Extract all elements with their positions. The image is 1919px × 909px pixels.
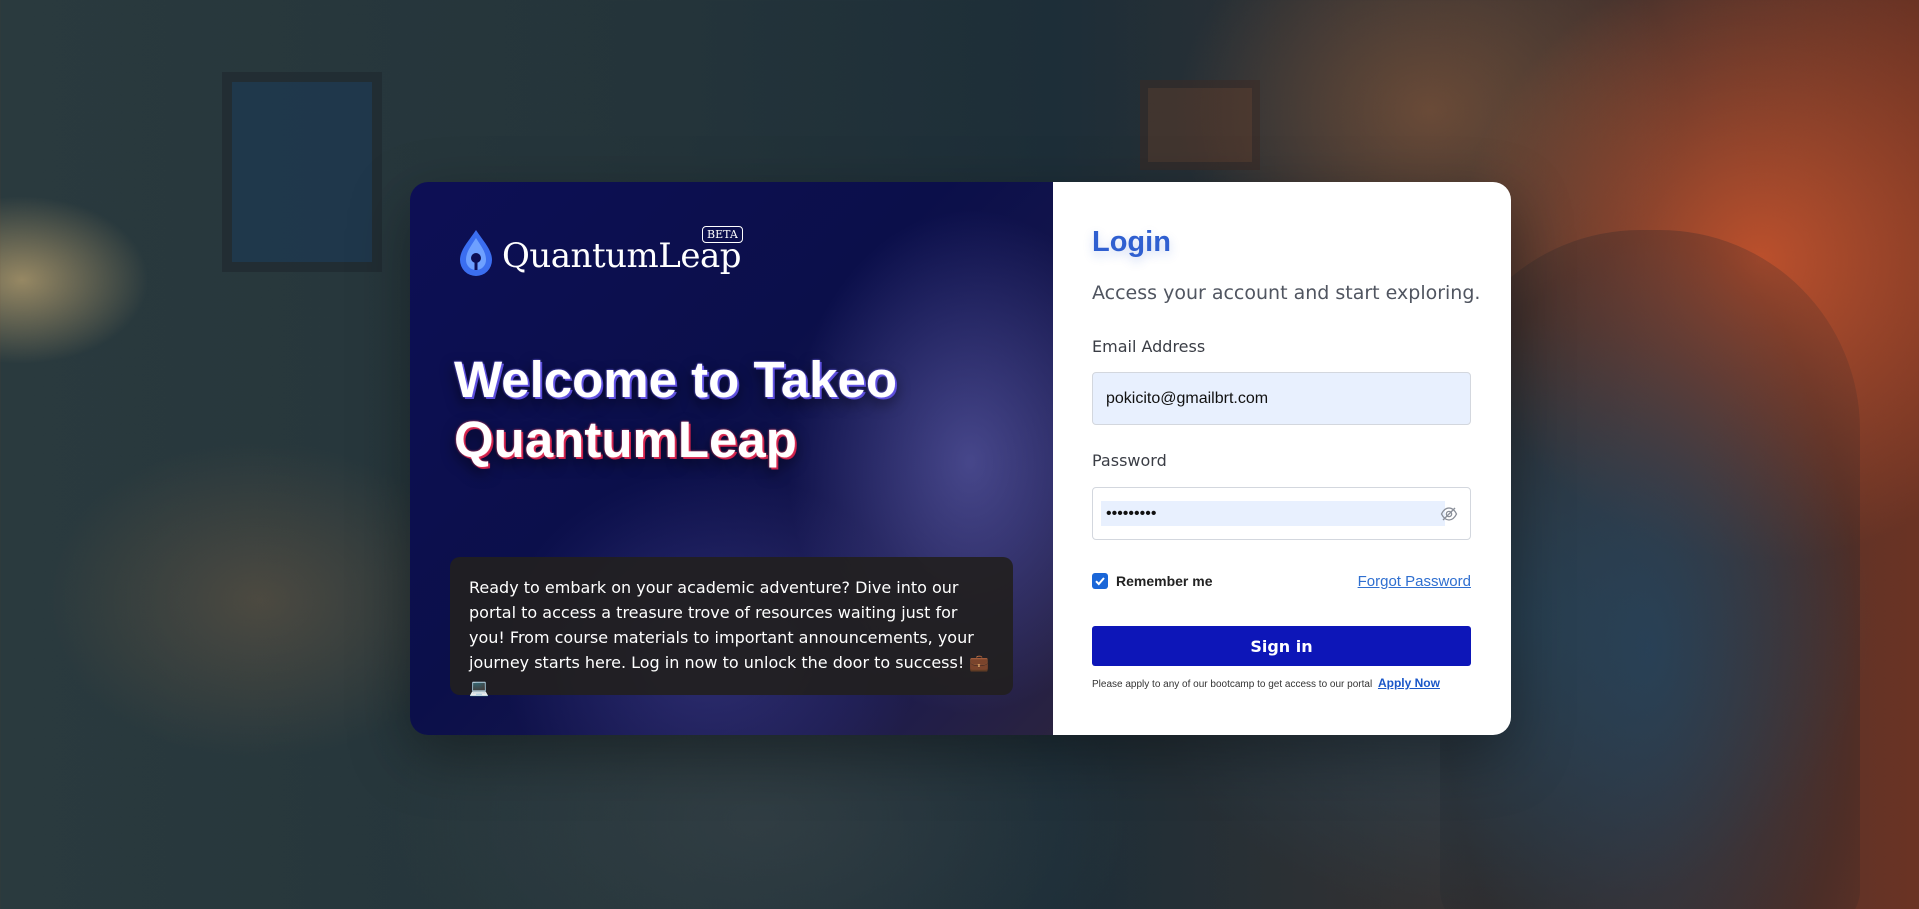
password-label: Password (1092, 451, 1167, 470)
apply-now-link[interactable]: Apply Now (1378, 676, 1440, 690)
login-panel: Login Access your account and start expl… (1053, 182, 1511, 735)
remember-me[interactable]: Remember me (1092, 573, 1213, 589)
login-card: QuantumLeap BETA Welcome to Takeo Quantu… (410, 182, 1511, 735)
email-label: Email Address (1092, 337, 1206, 356)
eye-slash-icon[interactable] (1440, 505, 1458, 523)
welcome-panel: QuantumLeap BETA Welcome to Takeo Quantu… (410, 182, 1053, 735)
welcome-line-1: Welcome to Takeo (454, 351, 898, 408)
intro-text: Ready to embark on your academic adventu… (469, 578, 990, 697)
password-field[interactable] (1106, 488, 1436, 539)
apply-text: Please apply to any of our bootcamp to g… (1092, 679, 1373, 690)
apply-row: Please apply to any of our bootcamp to g… (1092, 676, 1440, 690)
remember-label: Remember me (1116, 573, 1213, 589)
forgot-password-link[interactable]: Forgot Password (1358, 573, 1471, 590)
password-field-wrapper (1092, 487, 1471, 540)
remember-checkbox[interactable] (1092, 573, 1108, 589)
email-field[interactable] (1106, 373, 1446, 424)
login-subtitle: Access your account and start exploring. (1092, 282, 1481, 304)
welcome-heading: Welcome to Takeo QuantumLeap (454, 350, 1014, 470)
email-field-wrapper (1092, 372, 1471, 425)
background-picture-frame (1140, 80, 1260, 170)
background-picture-frame (222, 72, 382, 272)
beta-badge: BETA (702, 226, 743, 243)
welcome-line-2: QuantumLeap (454, 411, 797, 468)
login-title: Login (1092, 226, 1171, 258)
sign-in-button[interactable]: Sign in (1092, 626, 1471, 666)
check-icon (1095, 577, 1105, 586)
brand-logo: QuantumLeap BETA (454, 226, 743, 276)
droplet-logo-icon (460, 230, 492, 276)
intro-box: Ready to embark on your academic adventu… (450, 557, 1013, 697)
